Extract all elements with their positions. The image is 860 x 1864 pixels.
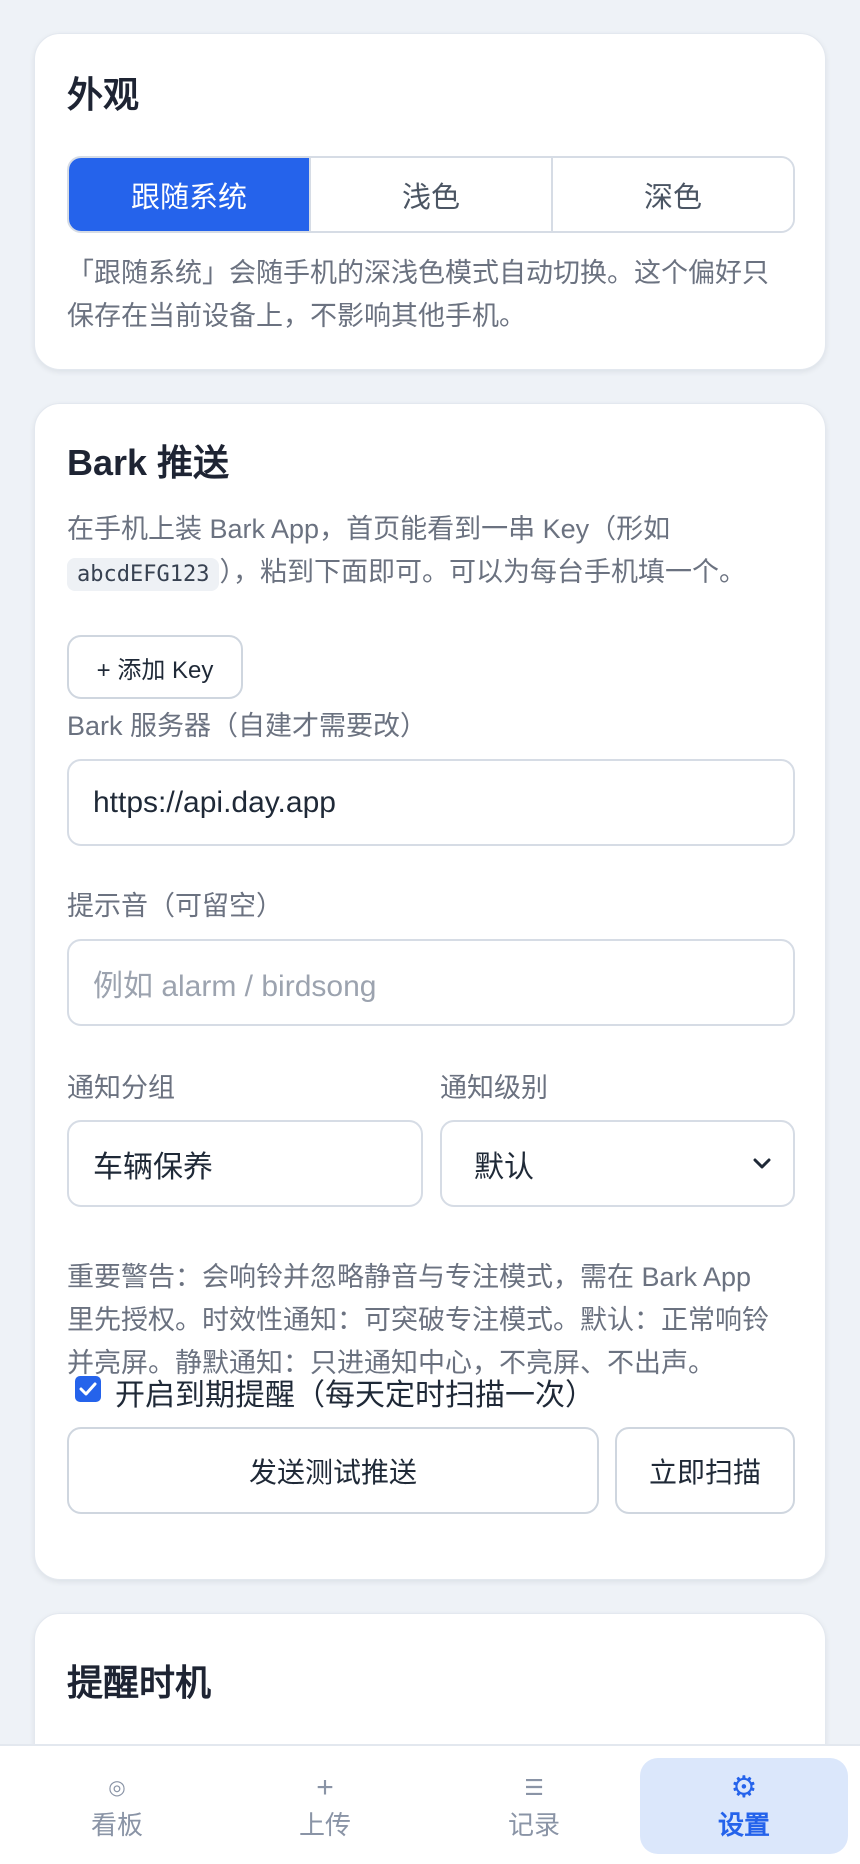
add-key-label: + 添加 Key [96, 656, 214, 684]
bark-intro-line2: abcdEFG123 ），粘到下面即可。可以为每台手机填一个。 [67, 551, 793, 596]
reminder-timing-title: 提醒时机 [67, 1662, 212, 1703]
tab-settings[interactable]: ⚙ 设置 [640, 1758, 848, 1854]
bottom-tab-bar: ◎ 看板 + 上传 ☰ 记录 ⚙ 设置 [0, 1744, 860, 1864]
settings-page: 外观 跟随系统 浅色 深色 「跟随系统」会随手机的深浅色模式自动切换。这个偏好只… [0, 0, 860, 1864]
level-note: 重要警告：会响铃并忽略静音与专注模式，需在 Bark App 里先授权。时效性通… [67, 1256, 793, 1385]
scan-now-label: 立即扫描 [648, 1456, 761, 1488]
sound-input[interactable]: 例如 alarm / birdsong [67, 939, 795, 1026]
list-icon: ☰ [524, 1774, 544, 1800]
theme-segmented-control: 跟随系统 浅色 深色 [67, 156, 795, 233]
tab-records-label: 记录 [507, 1809, 560, 1840]
theme-option-dark[interactable]: 深色 [553, 158, 793, 231]
bark-title: Bark 推送 [67, 442, 230, 483]
dashboard-icon: ◎ [108, 1776, 126, 1799]
send-test-push-button[interactable]: 发送测试推送 [67, 1427, 599, 1514]
appearance-card: 外观 跟随系统 浅色 深色 「跟随系统」会随手机的深浅色模式自动切换。这个偏好只… [34, 33, 826, 370]
appearance-title: 外观 [67, 74, 140, 115]
sound-label: 提示音（可留空） [67, 891, 283, 921]
appearance-note: 「跟随系统」会随手机的深浅色模式自动切换。这个偏好只 保存在当前设备上，不影响其… [67, 252, 793, 338]
appearance-note-line1: 「跟随系统」会随手机的深浅色模式自动切换。这个偏好只 [67, 258, 769, 288]
level-note-line1: 重要警告：会响铃并忽略静音与专注模式，需在 Bark App [67, 1262, 752, 1292]
bark-intro: 在手机上装 Bark App，首页能看到一串 Key（形如 abcdEFG123… [67, 508, 793, 596]
reminder-checkbox-label[interactable]: 开启到期提醒（每天定时扫描一次） [115, 1370, 595, 1414]
tab-dashboard-label: 看板 [90, 1809, 143, 1840]
check-icon [79, 1382, 97, 1396]
group-input[interactable]: 车辆保养 [67, 1120, 423, 1207]
theme-option-system[interactable]: 跟随系统 [69, 158, 311, 231]
group-value: 车辆保养 [93, 1150, 213, 1184]
tab-upload-label: 上传 [298, 1809, 351, 1840]
level-value: 默认 [474, 1150, 534, 1184]
tab-dashboard[interactable]: ◎ 看板 [13, 1758, 221, 1854]
tab-upload[interactable]: + 上传 [221, 1758, 429, 1854]
bark-card: Bark 推送 在手机上装 Bark App，首页能看到一串 Key（形如 ab… [34, 403, 826, 1580]
level-select[interactable]: 默认 [440, 1120, 795, 1207]
bark-intro-line2-text: ），粘到下面即可。可以为每台手机填一个。 [219, 557, 746, 587]
group-label: 通知分组 [67, 1073, 175, 1103]
plus-icon: + [316, 1770, 334, 1804]
level-label: 通知级别 [440, 1073, 548, 1103]
add-key-button[interactable]: + 添加 Key [67, 635, 243, 699]
reminder-checkbox[interactable] [75, 1376, 101, 1402]
chevron-down-icon [753, 1158, 771, 1168]
scan-now-button[interactable]: 立即扫描 [615, 1427, 795, 1514]
server-url-value: https://api.day.app [93, 785, 336, 819]
appearance-note-line2: 保存在当前设备上，不影响其他手机。 [67, 301, 526, 331]
sound-placeholder: 例如 alarm / birdsong [93, 969, 377, 1003]
bark-intro-line1: 在手机上装 Bark App，首页能看到一串 Key（形如 [67, 514, 671, 544]
server-url-input[interactable]: https://api.day.app [67, 759, 795, 846]
send-test-push-label: 发送测试推送 [248, 1456, 417, 1488]
theme-option-light[interactable]: 浅色 [311, 158, 553, 231]
level-note-line2: 里先授权。时效性通知：可突破专注模式。默认：正常响铃 [67, 1305, 769, 1335]
gear-icon: ⚙ [730, 1770, 758, 1804]
tab-settings-label: 设置 [717, 1809, 770, 1840]
server-label: Bark 服务器（自建才需要改） [67, 711, 428, 741]
key-example-code: abcdEFG123 [67, 558, 220, 591]
tab-records[interactable]: ☰ 记录 [430, 1758, 638, 1854]
